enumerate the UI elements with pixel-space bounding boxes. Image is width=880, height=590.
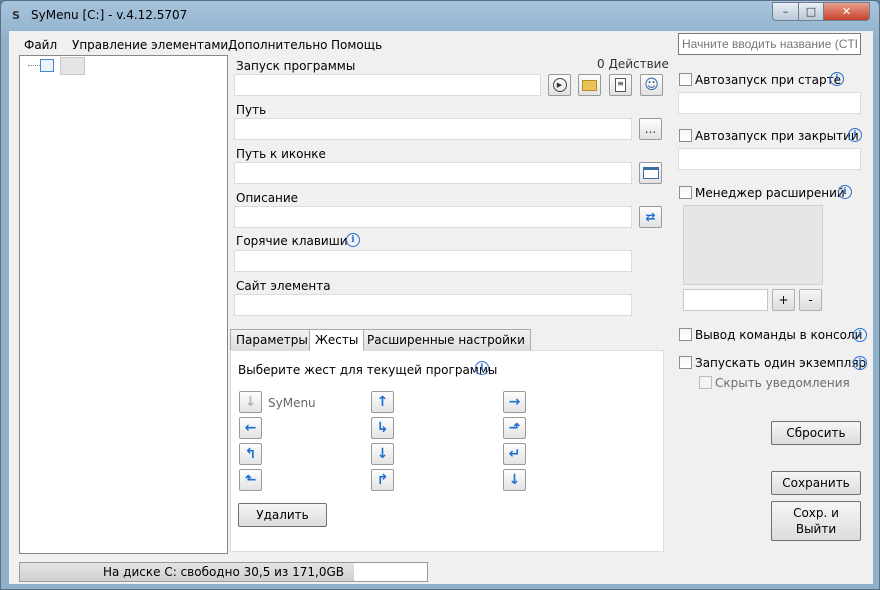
console-output-checkbox[interactable]: [679, 328, 692, 341]
arrow-right-up-icon[interactable]: ⬏: [503, 417, 526, 439]
arrow-right-down-icon[interactable]: ↓: [371, 443, 394, 465]
single-instance-info-icon[interactable]: i: [853, 356, 867, 370]
autostart-close-label: Автозапуск при закрытии: [695, 129, 859, 143]
arrow-down-turn-icon[interactable]: ↓: [503, 469, 526, 491]
minimize-button[interactable]: –: [772, 2, 799, 21]
save-exit-button[interactable]: Сохр. и Выйти: [771, 501, 861, 541]
disk-status-text: На диске C: свободно 30,5 из 171,0GB: [102, 565, 345, 579]
action-count: 0 Действие: [597, 57, 669, 71]
swap-icon[interactable]: ⇄: [639, 206, 662, 228]
hotkeys-label: Горячие клавиши: [236, 234, 348, 248]
browse-path-button[interactable]: ...: [639, 118, 662, 140]
menu-extra[interactable]: Дополнительно: [228, 38, 328, 52]
maximize-button[interactable]: □: [798, 2, 824, 21]
menu-manage-items[interactable]: Управление элементами: [72, 38, 228, 52]
gestures-prompt: Выберите жест для текущей программы: [238, 363, 498, 377]
app-window: S SyMenu [C:] - v.4.12.5707 – □ ✕ Файл У…: [0, 0, 880, 590]
description-label: Описание: [236, 191, 299, 205]
menu-help[interactable]: Помощь: [331, 38, 382, 52]
tab-gestures[interactable]: Жесты: [309, 329, 365, 351]
site-label: Сайт элемента: [236, 279, 331, 293]
arrow-down-left-icon[interactable]: ↵: [503, 443, 526, 465]
extension-manager-label: Менеджер расширений: [695, 186, 845, 200]
autostart-start-info-icon[interactable]: i: [830, 72, 844, 86]
hide-notifications-checkbox[interactable]: [699, 376, 712, 389]
single-instance-label: Запускать один экземпляр: [695, 356, 867, 370]
window-title: SyMenu [C:] - v.4.12.5707: [31, 8, 188, 22]
arrow-down-right-icon[interactable]: ↳: [371, 417, 394, 439]
tab-parameters[interactable]: Параметры: [230, 329, 314, 351]
app-icon: S: [12, 9, 20, 22]
launch-field[interactable]: [234, 74, 541, 96]
arrow-down-icon[interactable]: ↓: [239, 391, 262, 413]
autostart-close-checkbox[interactable]: [679, 129, 692, 142]
autostart-start-field[interactable]: [678, 92, 861, 114]
arrow-up-right-icon[interactable]: ↱: [371, 469, 394, 491]
client-area: Файл Управление элементами Дополнительно…: [9, 31, 873, 584]
arrow-up-left-turn-icon[interactable]: ↰: [239, 443, 262, 465]
autostart-close-info-icon[interactable]: i: [848, 128, 862, 142]
close-button[interactable]: ✕: [823, 2, 870, 21]
path-field[interactable]: [234, 118, 632, 140]
user-icon[interactable]: ☺: [640, 74, 663, 96]
search-input[interactable]: [678, 33, 861, 55]
hotkeys-field[interactable]: [234, 250, 632, 272]
autostart-start-checkbox[interactable]: [679, 73, 692, 86]
current-gesture: SyMenu: [268, 396, 316, 410]
icon-path-label: Путь к иконке: [236, 147, 326, 161]
icon-path-field[interactable]: [234, 162, 632, 184]
run-icon[interactable]: ▶: [548, 74, 571, 96]
reset-button[interactable]: Сбросить: [771, 421, 861, 445]
autostart-start-label: Автозапуск при старте: [695, 73, 841, 87]
folder-icon[interactable]: [578, 74, 601, 96]
tree-connector: [28, 65, 40, 66]
console-output-label: Вывод команды в консоли: [695, 328, 863, 342]
add-extension-button[interactable]: +: [772, 289, 795, 311]
delete-gesture-button[interactable]: Удалить: [238, 503, 327, 527]
item-tree[interactable]: [19, 55, 228, 554]
title-bar[interactable]: S SyMenu [C:] - v.4.12.5707 – □ ✕: [1, 1, 879, 31]
save-button[interactable]: Сохранить: [771, 471, 861, 495]
gestures-panel: Выберите жест для текущей программы i ↓ …: [230, 350, 664, 552]
autostart-close-field[interactable]: [678, 148, 861, 170]
description-field[interactable]: [234, 206, 632, 228]
arrow-up-icon[interactable]: ↑: [371, 391, 394, 413]
site-field[interactable]: [234, 294, 632, 316]
extension-manager-checkbox[interactable]: [679, 186, 692, 199]
tree-root-node[interactable]: [60, 57, 85, 75]
remove-extension-button[interactable]: -: [799, 289, 822, 311]
path-label: Путь: [236, 103, 267, 117]
extension-list[interactable]: [683, 205, 823, 285]
window-icon[interactable]: [639, 162, 662, 184]
console-output-info-icon[interactable]: i: [853, 328, 867, 342]
tree-root-icon: [40, 59, 54, 72]
arrow-left-up-icon[interactable]: ⬑: [239, 469, 262, 491]
extension-manager-info-icon[interactable]: i: [838, 185, 852, 199]
single-instance-checkbox[interactable]: [679, 356, 692, 369]
tab-advanced[interactable]: Расширенные настройки: [361, 329, 531, 351]
menu-file[interactable]: Файл: [24, 38, 57, 52]
arrow-left-icon[interactable]: ←: [239, 417, 262, 439]
extension-field[interactable]: [683, 289, 768, 311]
disk-progress-bar: На диске C: свободно 30,5 из 171,0GB: [19, 562, 428, 582]
hide-notifications-label: Скрыть уведомления: [715, 376, 850, 390]
launch-label: Запуск программы: [236, 59, 356, 73]
arrow-right-icon[interactable]: →: [503, 391, 526, 413]
hotkeys-info-icon[interactable]: i: [346, 233, 360, 247]
gestures-info-icon[interactable]: i: [475, 361, 489, 375]
document-icon[interactable]: ≡: [609, 74, 632, 96]
